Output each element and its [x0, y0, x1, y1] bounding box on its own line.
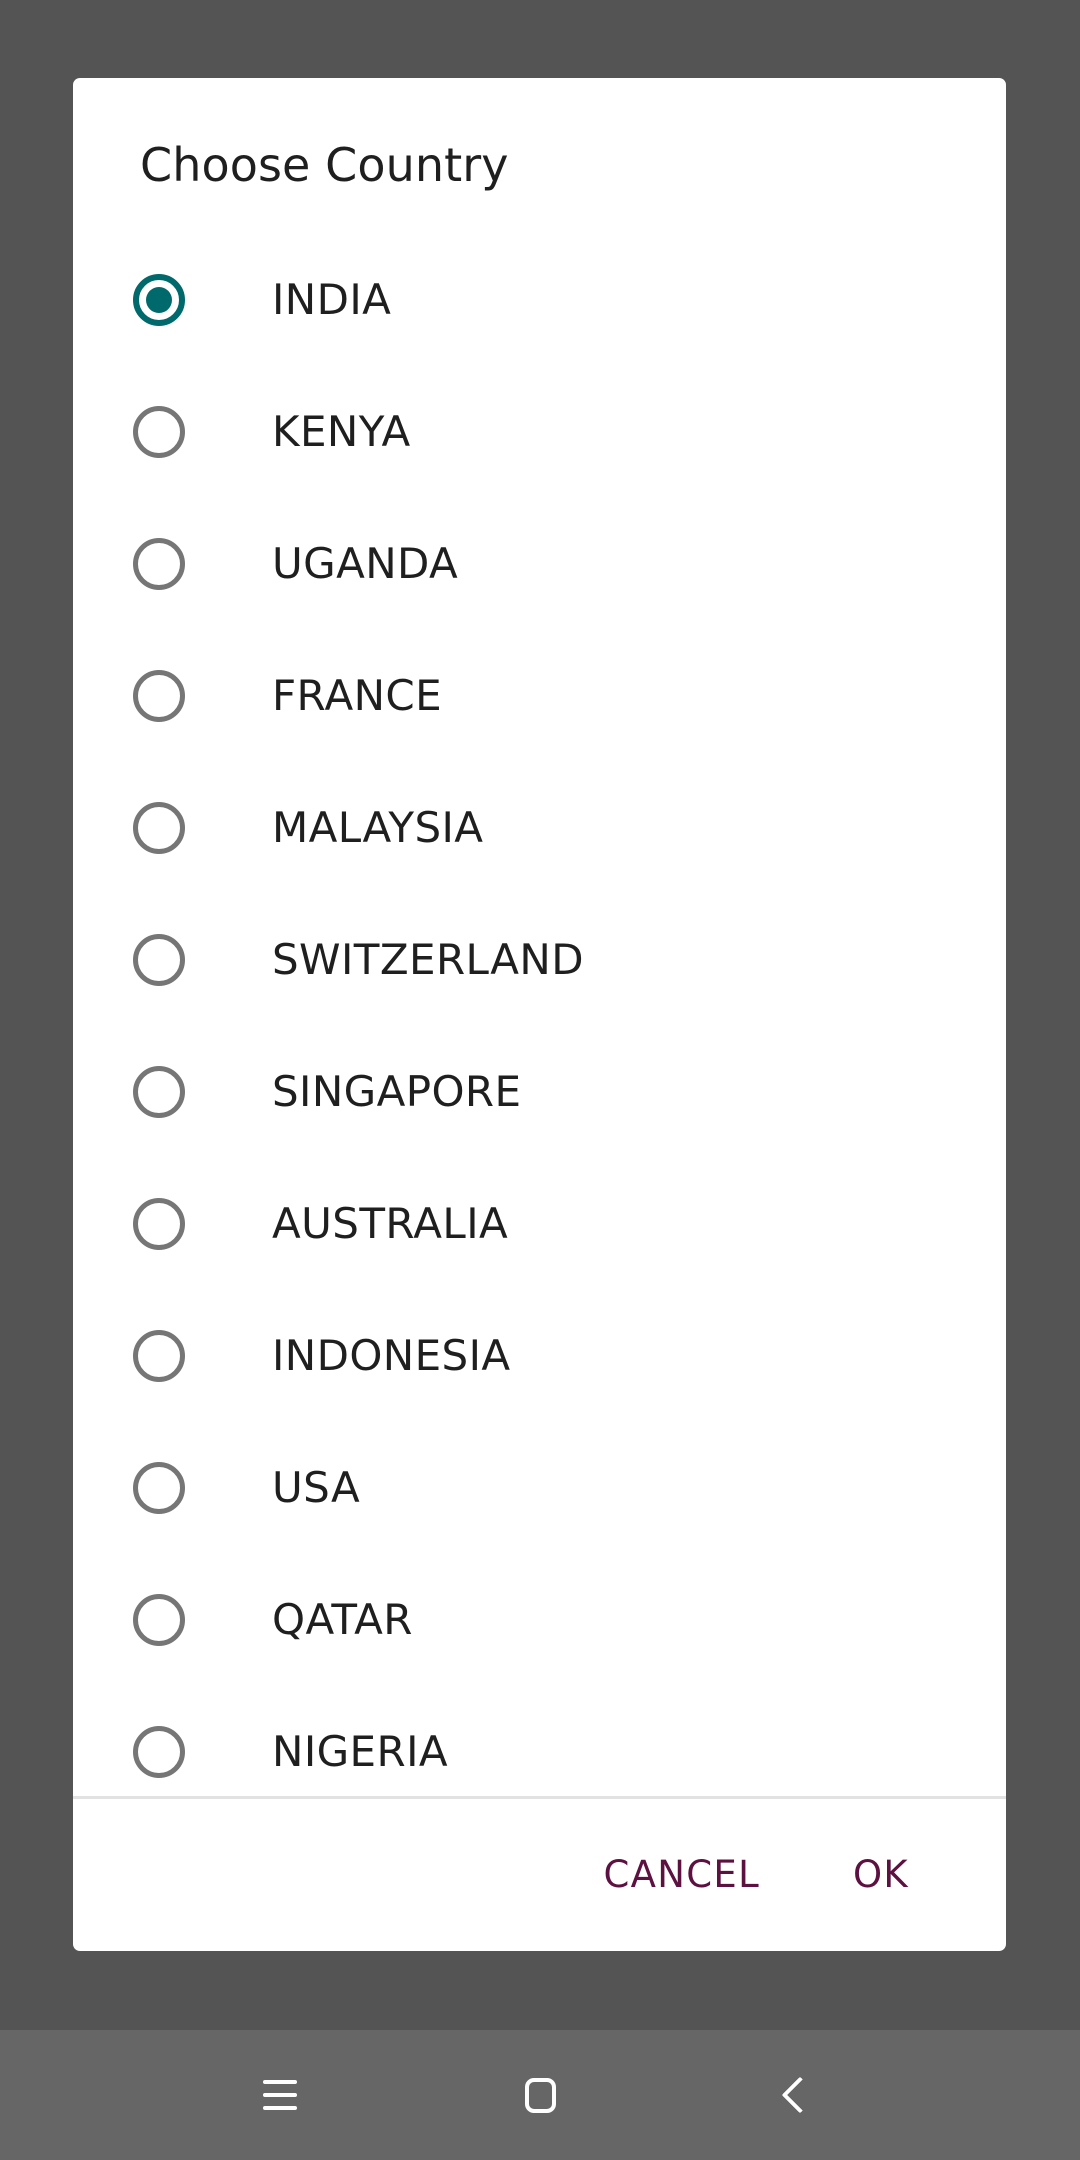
radio-button[interactable] [133, 670, 185, 722]
country-option-label: INDIA [272, 275, 392, 324]
country-option-label: FRANCE [272, 671, 443, 720]
country-option-label: UGANDA [272, 539, 459, 588]
country-option-row[interactable]: QATAR [73, 1554, 1006, 1686]
chevron-left-icon [781, 2076, 819, 2114]
country-option-row[interactable]: FRANCE [73, 630, 1006, 762]
dialog-action-bar: CANCEL OK [73, 1799, 1006, 1951]
dialog-title: Choose Country [140, 138, 509, 192]
country-option-row[interactable]: AUSTRALIA [73, 1158, 1006, 1290]
system-navigation-bar [0, 2030, 1080, 2160]
country-option-label: SWITZERLAND [272, 935, 584, 984]
country-option-row[interactable]: UGANDA [73, 498, 1006, 630]
radio-dot-icon [146, 287, 172, 313]
country-option-label: SINGAPORE [272, 1067, 522, 1116]
country-option-row[interactable]: USA [73, 1422, 1006, 1554]
radio-button[interactable] [133, 1594, 185, 1646]
country-option-label: USA [272, 1463, 361, 1512]
country-option-label: KENYA [272, 407, 411, 456]
hamburger-icon [263, 2080, 297, 2110]
country-option-row[interactable]: SWITZERLAND [73, 894, 1006, 1026]
country-option-row[interactable]: INDIA [73, 234, 1006, 366]
country-option-row[interactable]: INDONESIA [73, 1290, 1006, 1422]
country-option-row[interactable]: NIGERIA [73, 1686, 1006, 1796]
radio-button[interactable] [133, 1330, 185, 1382]
country-option-label: INDONESIA [272, 1331, 511, 1380]
radio-button[interactable] [133, 1462, 185, 1514]
radio-button[interactable] [133, 538, 185, 590]
radio-button[interactable] [133, 406, 185, 458]
country-option-row[interactable]: KENYA [73, 366, 1006, 498]
cancel-button[interactable]: CANCEL [596, 1839, 768, 1911]
radio-button[interactable] [133, 1198, 185, 1250]
country-option-label: MALAYSIA [272, 803, 484, 852]
choose-country-dialog: Choose Country INDIA KENYA UGANDA FRANCE MAL… [73, 78, 1006, 1951]
country-option-label: QATAR [272, 1595, 413, 1644]
nav-back-button[interactable] [710, 2030, 890, 2160]
country-option-label: AUSTRALIA [272, 1199, 509, 1248]
nav-home-button[interactable] [450, 2030, 630, 2160]
radio-button[interactable] [133, 934, 185, 986]
country-option-row[interactable]: SINGAPORE [73, 1026, 1006, 1158]
country-option-label: NIGERIA [272, 1727, 448, 1776]
radio-button[interactable] [133, 1066, 185, 1118]
radio-button-selected[interactable] [133, 274, 185, 326]
radio-button[interactable] [133, 1726, 185, 1778]
nav-recents-button[interactable] [190, 2030, 370, 2160]
home-square-icon [524, 2077, 556, 2113]
country-option-list[interactable]: INDIA KENYA UGANDA FRANCE MALAYSIA SWITZERLAN… [73, 234, 1006, 1796]
radio-button[interactable] [133, 802, 185, 854]
country-option-row[interactable]: MALAYSIA [73, 762, 1006, 894]
ok-button[interactable]: OK [845, 1839, 917, 1911]
